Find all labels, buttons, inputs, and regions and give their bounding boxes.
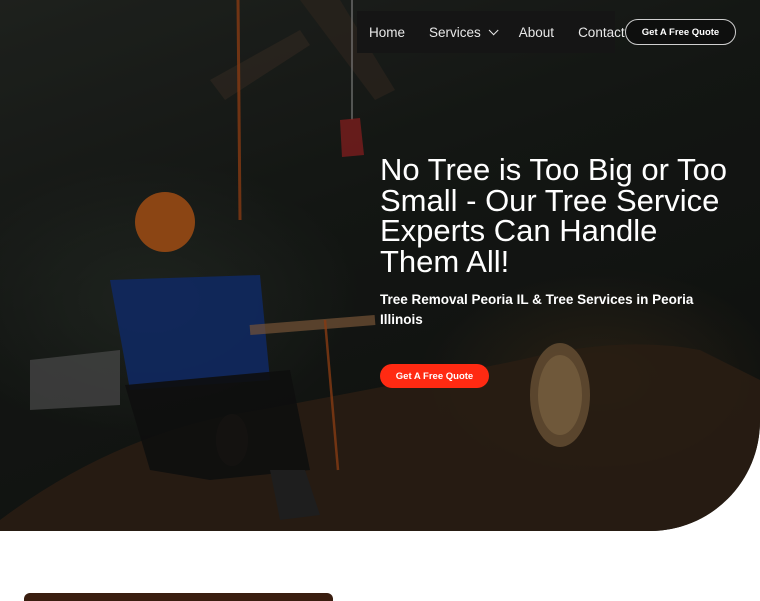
hero-subheadline: Tree Removal Peoria IL & Tree Services i… [380,292,694,327]
chevron-down-icon [488,24,499,35]
nav-item-label: About [518,24,555,40]
hero-headline: No Tree is Too Big or Too Small - Our Tr… [380,152,727,279]
nav-item-label: Home [369,24,406,40]
nav-item-services[interactable]: Services [429,24,499,40]
nav-item-label: Services [429,24,481,40]
hero-quote-button[interactable]: Get A Free Quote [380,364,489,388]
header-quote-button[interactable]: Get A Free Quote [625,19,736,45]
nav-item-label: Contact [578,24,625,40]
nav-item-about[interactable]: About [519,25,554,40]
main-navigation: Home Services About Contact [357,11,625,53]
nav-item-home[interactable]: Home [369,25,405,40]
nav-item-contact[interactable]: Contact [578,25,625,40]
